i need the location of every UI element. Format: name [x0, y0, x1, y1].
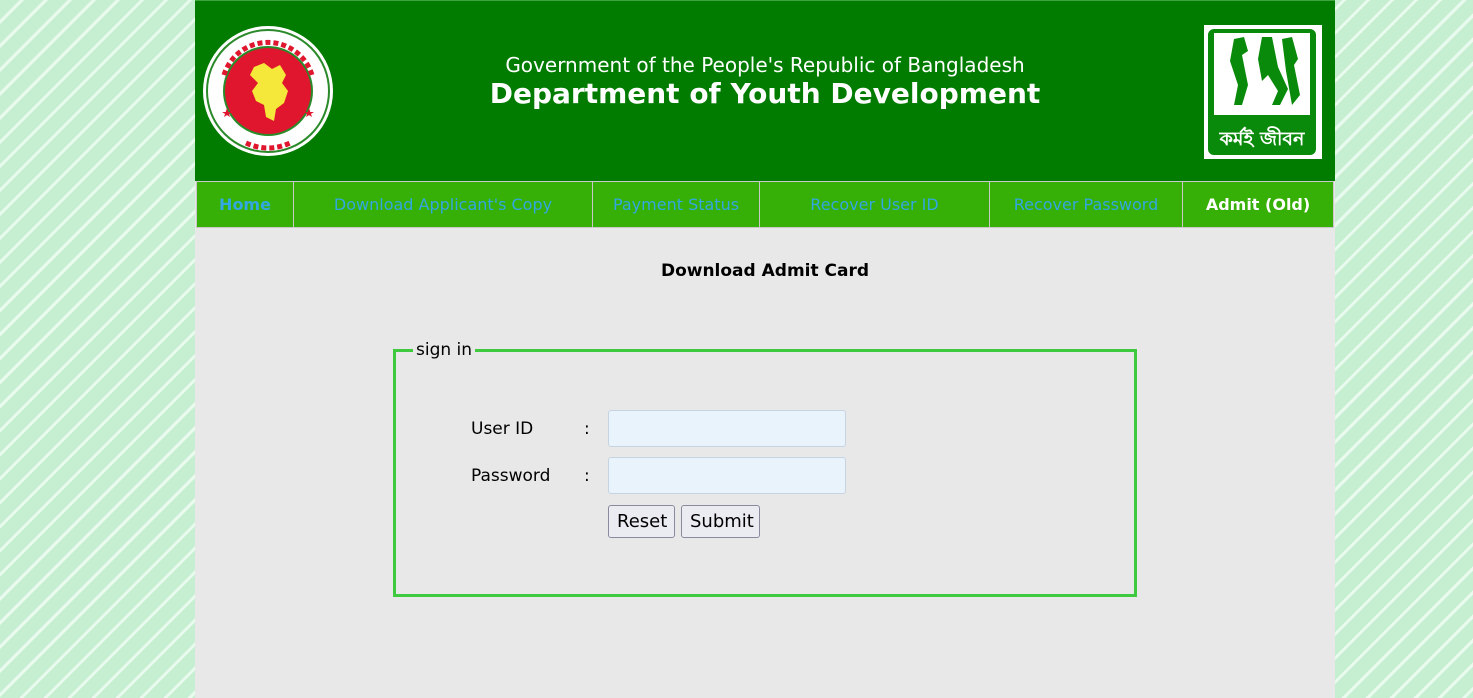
nav-download-applicants-copy[interactable]: Download Applicant's Copy	[294, 181, 593, 228]
page-container: Government of the People's Republic of B…	[195, 0, 1335, 698]
page-title: Download Admit Card	[660, 261, 870, 281]
submit-button[interactable]: Submit	[681, 505, 760, 538]
user-id-colon: :	[584, 419, 590, 439]
nav-admit-old[interactable]: Admit (Old)	[1183, 181, 1334, 228]
government-title: Government of the People's Republic of B…	[505, 53, 1025, 77]
main-navigation: Home Download Applicant's Copy Payment S…	[196, 181, 1334, 228]
nav-recover-user-id[interactable]: Recover User ID	[760, 181, 990, 228]
youth-development-logo: কর্মই জীবন	[1204, 25, 1322, 159]
password-colon: :	[584, 466, 590, 486]
nav-home[interactable]: Home	[196, 181, 294, 228]
site-header: Government of the People's Republic of B…	[195, 0, 1335, 181]
nav-recover-password[interactable]: Recover Password	[990, 181, 1183, 228]
user-id-input[interactable]	[608, 410, 846, 447]
nav-payment-status[interactable]: Payment Status	[593, 181, 760, 228]
youth-figures-icon: কর্মই জীবন	[1208, 29, 1316, 155]
signin-legend: sign in	[416, 340, 473, 360]
reset-button[interactable]: Reset	[608, 505, 675, 538]
password-input[interactable]	[608, 457, 846, 494]
department-title: Department of Youth Development	[489, 77, 1041, 110]
user-id-label: User ID	[471, 419, 534, 439]
password-label: Password	[471, 466, 551, 486]
logo-caption: কর্মই জীবন	[1219, 126, 1305, 150]
